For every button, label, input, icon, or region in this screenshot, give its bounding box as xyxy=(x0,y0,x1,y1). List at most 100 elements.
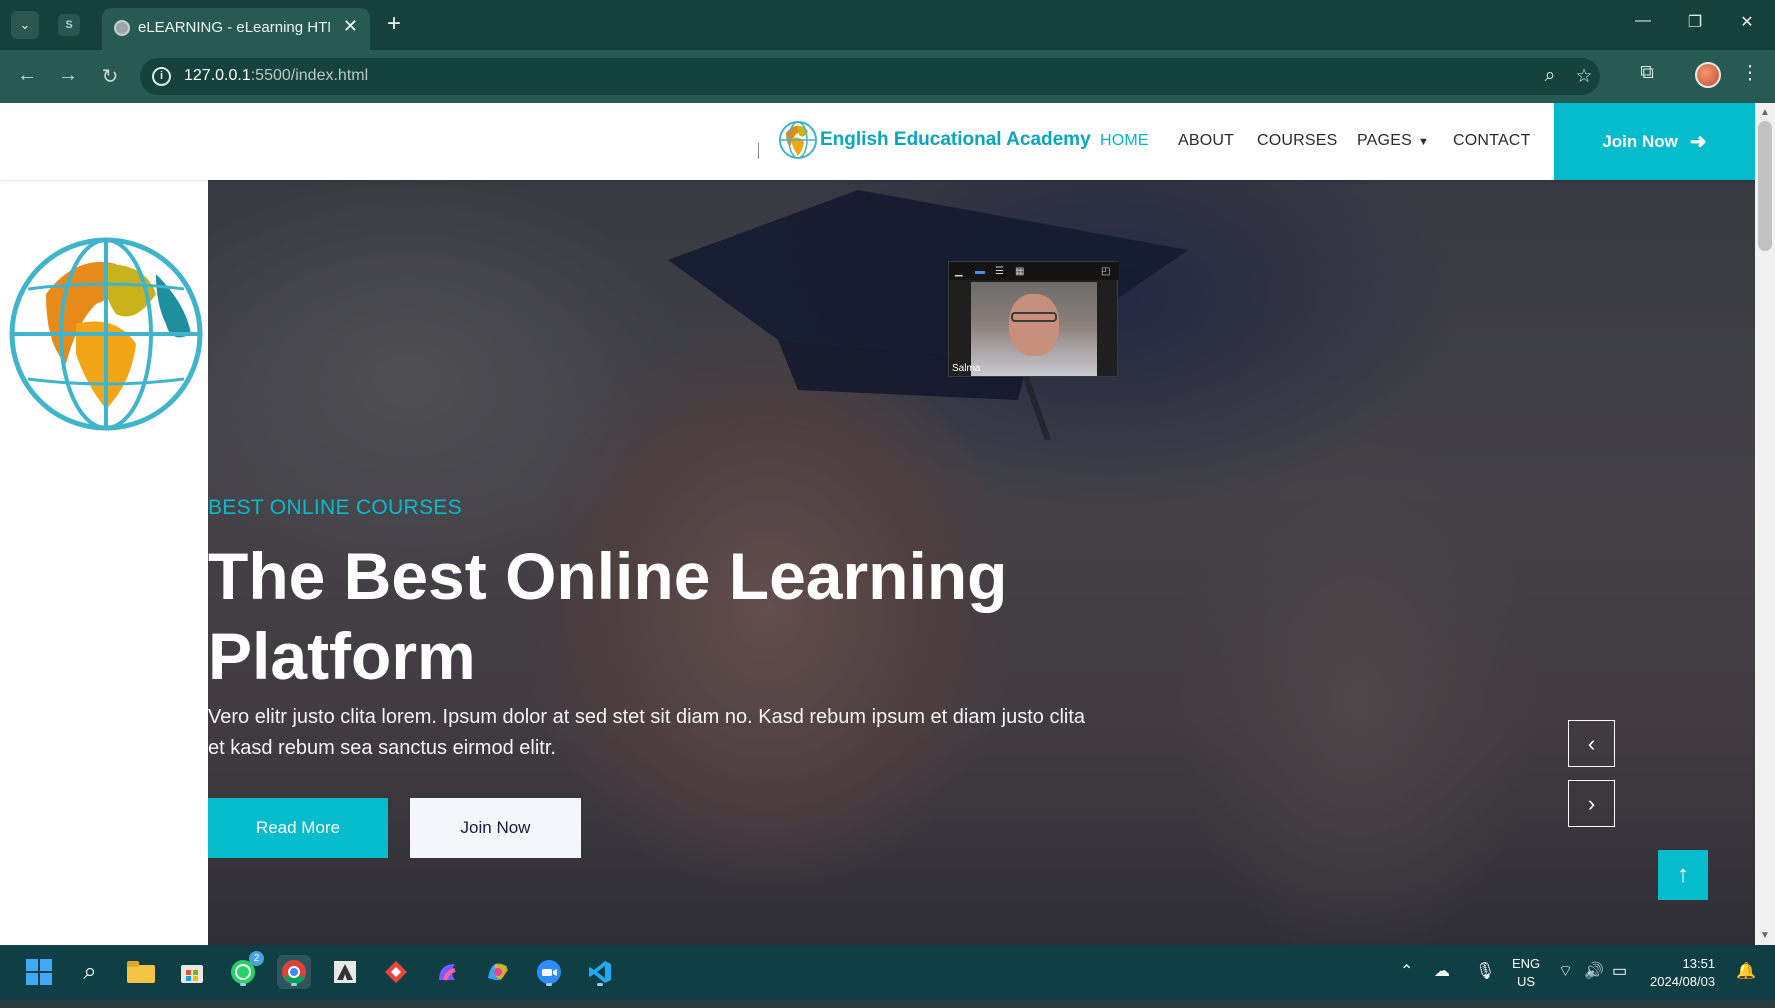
tab-elearning[interactable]: eLEARNING - eLearning HTML ✕ xyxy=(102,8,370,50)
participant-name: Salma xyxy=(952,363,981,374)
page-scrollbar[interactable]: ▲ ▼ xyxy=(1755,103,1775,945)
copilot-icon[interactable] xyxy=(481,955,515,989)
brand-link[interactable]: English Educational Academy xyxy=(778,119,1091,161)
nav-pages-label: PAGES xyxy=(1357,132,1412,149)
back-to-top-button[interactable]: ↑ xyxy=(1658,850,1708,900)
side-logo-panel xyxy=(0,180,208,945)
site-navbar: English Educational Academy HOME ABOUT C… xyxy=(0,103,1755,180)
windows-start-icon[interactable] xyxy=(22,955,56,989)
search-icon[interactable]: ⌕ xyxy=(73,955,107,989)
restore-button[interactable]: ❐ xyxy=(1682,12,1708,32)
volume-icon[interactable]: 🔊 xyxy=(1584,961,1604,981)
tab-search-button[interactable]: ⌄ xyxy=(11,11,39,39)
chevron-down-icon: ⌄ xyxy=(19,17,31,32)
address-bar[interactable]: i 127.0.0.1:5500/index.html ⌕ ☆ xyxy=(140,58,1600,95)
microphone-icon[interactable]: 🎙 xyxy=(1475,961,1495,981)
minimize-icon[interactable]: ▁ xyxy=(955,266,963,277)
nav-contact[interactable]: CONTACT xyxy=(1453,132,1531,150)
hero-title: The Best Online Learning Platform xyxy=(208,539,1008,693)
scroll-up-icon[interactable]: ▲ xyxy=(1760,107,1770,118)
zoom-icon[interactable] xyxy=(532,955,566,989)
carousel-prev-button[interactable]: ‹ xyxy=(1568,720,1615,767)
browser-tab-strip: ⌄ S eLEARNING - eLearning HTML ✕ + — ❐ ✕ xyxy=(0,0,1775,50)
microsoft-store-icon[interactable] xyxy=(175,955,209,989)
speaker-view-icon[interactable]: ▬ xyxy=(975,266,985,277)
url-host: 127.0.0.1 xyxy=(184,67,251,84)
extensions-puzzle-icon[interactable]: ⧉ xyxy=(1633,62,1661,84)
participant-glasses xyxy=(1011,312,1057,322)
navbar-divider xyxy=(758,143,759,159)
chrome-icon[interactable] xyxy=(277,955,311,989)
profile-avatar[interactable] xyxy=(1695,62,1721,88)
hero-subtitle: BEST ONLINE COURSES xyxy=(208,496,462,519)
nav-courses[interactable]: COURSES xyxy=(1257,132,1338,150)
list-view-icon[interactable]: ☰ xyxy=(995,266,1004,277)
globe-icon xyxy=(114,20,130,36)
reload-icon[interactable]: ↻ xyxy=(97,64,123,89)
zoom-meeting-window[interactable]: ▁ ▬ ☰ ▦ ◰ Salma xyxy=(948,261,1119,377)
zoom-toolbar: ▁ ▬ ☰ ▦ ◰ xyxy=(949,262,1119,280)
clock-date: 2024/08/03 xyxy=(1650,974,1716,989)
globe-logo-icon xyxy=(779,121,817,159)
exit-minimized-icon[interactable]: ◰ xyxy=(1101,266,1110,277)
running-indicator xyxy=(240,983,246,986)
onedrive-cloud-icon[interactable]: ☁ xyxy=(1434,961,1450,981)
nav-home[interactable]: HOME xyxy=(1100,132,1149,150)
windows-taskbar: ⌕ 2 ⌃ ☁ 🎙 ENG US ⌔ 🔊 ▭ 13:51 2024/08/03 … xyxy=(0,945,1775,1000)
file-explorer-icon[interactable] xyxy=(124,955,158,989)
carousel-next-button[interactable]: › xyxy=(1568,780,1615,827)
brand-name: English Educational Academy xyxy=(820,129,1091,150)
close-tab-icon[interactable]: ✕ xyxy=(343,16,358,37)
url-path: :5500/index.html xyxy=(250,67,369,84)
read-more-button[interactable]: Read More xyxy=(208,798,388,858)
scroll-down-icon[interactable]: ▼ xyxy=(1760,930,1770,941)
scrollbar-thumb[interactable] xyxy=(1758,121,1772,251)
more-menu-icon[interactable]: ⋮ xyxy=(1736,62,1764,85)
arrow-up-icon: ↑ xyxy=(1677,861,1689,888)
new-tab-button[interactable]: + xyxy=(380,10,408,38)
design-app-icon[interactable] xyxy=(430,955,464,989)
input-language[interactable]: ENG US xyxy=(1512,955,1540,991)
hero-description: Vero elitr justo clita lorem. Ipsum dolo… xyxy=(208,706,1086,759)
tab-title: eLEARNING - eLearning HTML xyxy=(138,19,330,36)
globe-logo-large xyxy=(9,237,203,431)
running-indicator xyxy=(597,983,603,986)
nav-join-now-button[interactable]: Join Now ➜ xyxy=(1554,103,1755,180)
battery-icon[interactable]: ▭ xyxy=(1612,961,1627,981)
notification-bell-icon[interactable]: 🔔 xyxy=(1736,961,1756,981)
grid-view-icon[interactable]: ▦ xyxy=(1015,266,1024,277)
site-info-icon[interactable]: i xyxy=(152,67,171,86)
chevron-right-icon: › xyxy=(1587,790,1596,816)
forward-arrow-icon[interactable]: → xyxy=(55,64,81,87)
running-indicator xyxy=(291,983,297,986)
back-arrow-icon[interactable]: ← xyxy=(14,64,40,87)
autodesk-icon[interactable] xyxy=(328,955,362,989)
nav-about[interactable]: ABOUT xyxy=(1178,132,1234,150)
vscode-icon[interactable] xyxy=(583,955,617,989)
participant-face xyxy=(1009,294,1059,356)
hero-join-now-button[interactable]: Join Now xyxy=(410,798,581,858)
page-viewport: BEST ONLINE COURSES The Best Online Lear… xyxy=(0,103,1775,945)
anydesk-icon[interactable] xyxy=(379,955,413,989)
screen-bottom-edge xyxy=(0,1000,1775,1008)
bookmark-star-icon[interactable]: ☆ xyxy=(1572,65,1596,88)
browser-toolbar: ← → ↻ i 127.0.0.1:5500/index.html ⌕ ☆ ⧉ … xyxy=(0,50,1775,103)
nav-pages-dropdown[interactable]: PAGES ▼ xyxy=(1357,132,1429,150)
url-text: 127.0.0.1:5500/index.html xyxy=(184,67,368,85)
whatsapp-icon[interactable]: 2 xyxy=(226,951,264,989)
clock-time: 13:51 xyxy=(1682,956,1716,971)
pinned-extension-icon[interactable]: S xyxy=(58,14,80,36)
chevron-left-icon: ‹ xyxy=(1587,730,1596,756)
nav-join-label: Join Now xyxy=(1602,131,1678,151)
zoom-magnifier-icon[interactable]: ⌕ xyxy=(1538,65,1562,87)
close-window-button[interactable]: ✕ xyxy=(1734,12,1760,32)
minimize-button[interactable]: — xyxy=(1630,12,1656,30)
lang-code: ENG xyxy=(1512,956,1541,971)
system-clock[interactable]: 13:51 2024/08/03 xyxy=(1650,955,1715,991)
whatsapp-badge: 2 xyxy=(249,951,264,966)
arrow-right-icon: ➜ xyxy=(1689,131,1707,153)
wifi-icon[interactable]: ⌔ xyxy=(1558,961,1573,981)
tray-overflow-chevron-icon[interactable]: ⌃ xyxy=(1400,961,1413,981)
chevron-down-icon: ▼ xyxy=(1417,136,1430,148)
region-code: US xyxy=(1517,974,1536,989)
